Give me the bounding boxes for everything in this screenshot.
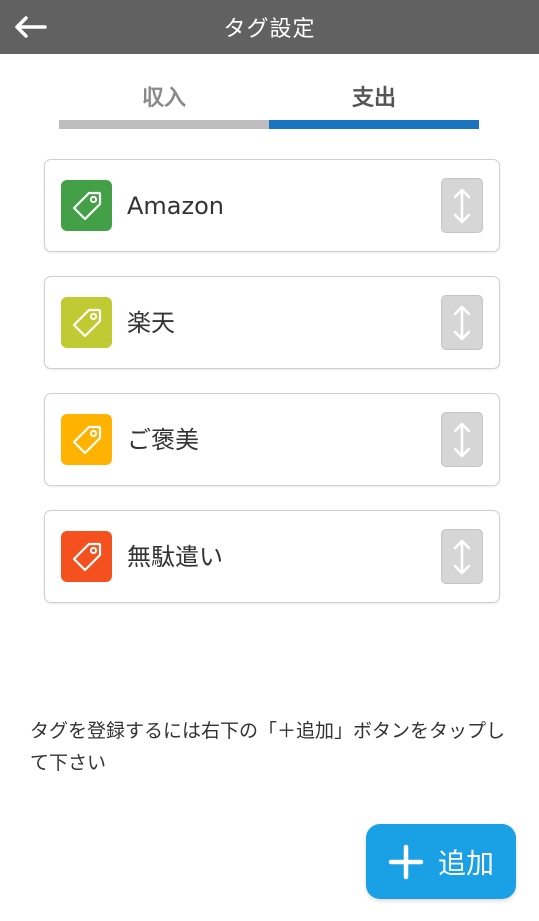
tag-item[interactable]: 無駄遣い [44,510,500,603]
tag-item[interactable]: ご褒美 [44,393,500,486]
up-down-arrow-icon [453,188,471,223]
tag-name: ご褒美 [127,426,199,454]
page-title: タグ設定 [223,17,316,42]
up-down-arrow-icon [453,539,471,574]
tag-settings-screen: タグ設定 収入 支出 Amazon 楽天 ご褒美 無駄遣い タグを登録するには右… [0,0,539,921]
tab-expense-label: 支出 [351,86,396,111]
tag-name: Amazon [127,192,224,220]
tag-icon [61,180,112,231]
tab-income-indicator [59,120,269,129]
tag-item[interactable]: 楽天 [44,276,500,369]
reorder-handle[interactable] [441,412,483,467]
tab-income-label: 収入 [141,86,186,111]
tab-expense-indicator [269,120,479,129]
tab-income[interactable]: 収入 [59,54,269,129]
plus-icon [388,844,424,879]
tab-bar: 収入 支出 [59,54,479,129]
tag-name: 無駄遣い [127,543,223,571]
hint-text: タグを登録するには右下の「＋追加」ボタンをタップして下さい [30,720,506,774]
tag-icon [61,531,112,582]
tag-name: 楽天 [127,309,175,337]
add-button-label: 追加 [437,846,494,880]
reorder-handle[interactable] [441,529,483,584]
arrow-left-icon [15,16,47,38]
tag-list: Amazon 楽天 ご褒美 無駄遣い [44,159,500,627]
reorder-handle[interactable] [441,295,483,350]
up-down-arrow-icon [453,305,471,340]
tab-expense[interactable]: 支出 [269,54,479,129]
back-button[interactable] [10,9,50,45]
add-button[interactable]: 追加 [366,824,516,899]
up-down-arrow-icon [453,422,471,457]
tag-item[interactable]: Amazon [44,159,500,252]
app-header: タグ設定 [0,0,539,54]
tag-icon [61,297,112,348]
reorder-handle[interactable] [441,178,483,233]
tag-icon [61,414,112,465]
